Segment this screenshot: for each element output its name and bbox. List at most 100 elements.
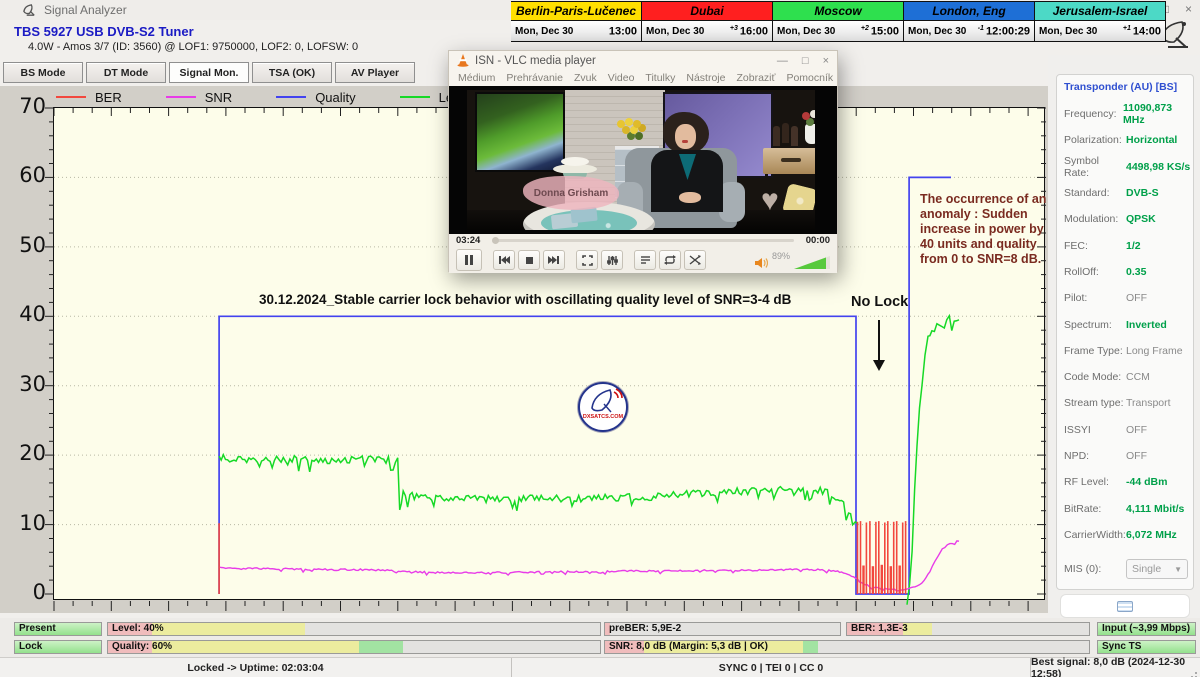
transponder-row-label: Spectrum: (1064, 319, 1126, 331)
clock-cell: Dubai Mon, Dec 30 +316:00 (642, 1, 773, 42)
vlc-seek-handle[interactable] (492, 237, 499, 244)
signal-analyzer-window: Signal Analyzer □ × TBS 5927 USB DVB-S2 … (0, 0, 1200, 677)
vlc-video-area[interactable]: ♥ Donna Grisham (449, 86, 837, 234)
video-caption-text: Donna Grisham (534, 188, 608, 199)
vlc-menu-item[interactable]: Nástroje (686, 72, 725, 84)
snr-meter: SNR: 8,0 dB (Margin: 5,3 dB | OK) (604, 640, 1090, 654)
loop-button[interactable] (659, 250, 681, 270)
clock-time-row: Mon, Dec 30 +114:00 (1035, 21, 1165, 41)
transponder-row-label: BitRate: (1064, 503, 1126, 515)
stop-button[interactable] (518, 250, 540, 270)
mode-tab[interactable]: AV Player (335, 62, 415, 83)
clock-cell: Berlin-Paris-Lučenec Mon, Dec 30 13:00 (511, 1, 642, 42)
video-cake-stand (553, 164, 597, 174)
transponder-row-value: CCM (1126, 371, 1150, 383)
input-indicator: Input (~3,99 Mbps) (1097, 622, 1196, 636)
clock-time-row: Mon, Dec 30 +215:00 (773, 21, 903, 41)
clock-city-label: Berlin-Paris-Lučenec (511, 2, 641, 21)
vlc-maximize-button[interactable]: □ (802, 55, 809, 67)
clock-city-label: Dubai (642, 2, 772, 21)
transponder-row: Spectrum: Inverted (1064, 311, 1193, 337)
legend-item: Quality (276, 90, 355, 105)
meter-strip: Present Level: 40% preBER: 5,9E-2 BER: 1… (0, 618, 1200, 657)
vlc-close-button[interactable]: × (823, 55, 829, 67)
vlc-controls: 89% (449, 247, 837, 273)
transponder-row-label: Pilot: (1064, 292, 1126, 304)
clock-cell: London, Eng Mon, Dec 30 -112:00:29 (904, 1, 1035, 42)
vlc-minimize-button[interactable]: — (777, 55, 788, 67)
video-left-screen (475, 92, 565, 172)
transponder-row-label: Modulation: (1064, 213, 1126, 225)
video-caption-bubble: Donna Grisham (523, 176, 619, 210)
present-indicator: Present (14, 622, 102, 636)
volume-control[interactable]: 89% (755, 251, 830, 269)
legend-label: Quality (315, 90, 355, 105)
mis-dropdown[interactable]: Single ▼ (1126, 559, 1188, 579)
video-frame: ♥ Donna Grisham (467, 90, 815, 230)
transponder-row: Modulation: QPSK (1064, 206, 1193, 232)
shuffle-button[interactable] (684, 250, 706, 270)
vlc-menu-item[interactable]: Zvuk (574, 72, 597, 84)
dxsatcs-logo: DXSATCS.COM (578, 382, 628, 432)
vlc-window-title: ISN - VLC media player (475, 55, 777, 67)
series-snr (219, 541, 959, 591)
volume-slider[interactable] (794, 256, 830, 269)
next-button[interactable] (543, 250, 565, 270)
previous-button[interactable] (493, 250, 515, 270)
sync-ts-indicator: Sync TS (1097, 640, 1196, 654)
transponder-panel-title: Transponder (AU) [BS] (1064, 81, 1193, 93)
vlc-menu-item[interactable]: Zobraziť (736, 72, 775, 84)
playlist-button[interactable] (634, 250, 656, 270)
dxsatcs-logo-text: DXSATCS.COM (580, 414, 626, 420)
transponder-row-label: RF Level: (1064, 476, 1126, 488)
video-vase (805, 124, 815, 144)
sidebar-tool-button[interactable] (1060, 594, 1190, 618)
transponder-row-label: NPD: (1064, 450, 1126, 462)
transponder-row-value: 4498,98 KS/s (1126, 161, 1190, 173)
vlc-menu-item[interactable]: Pomocník (786, 72, 833, 84)
y-axis-tick-label: 50 (2, 233, 46, 257)
status-uptime: Locked -> Uptime: 02:03:04 (0, 658, 511, 677)
transponder-row: Stream type: Transport (1064, 390, 1193, 416)
resize-grip[interactable] (1195, 672, 1197, 674)
video-console-table (763, 148, 815, 174)
pause-button[interactable] (456, 249, 482, 271)
tuner-name: TBS 5927 USB DVB-S2 Tuner (14, 24, 194, 39)
transponder-row-value: OFF (1126, 450, 1147, 462)
transponder-row-value: OFF (1126, 424, 1147, 436)
transponder-row: CarrierWidth: 6,072 MHz (1064, 522, 1193, 548)
vlc-seek-slider[interactable] (492, 239, 794, 242)
close-button[interactable]: × (1185, 2, 1192, 16)
clock-time-row: Mon, Dec 30 +316:00 (642, 21, 772, 41)
mode-tab[interactable]: TSA (OK) (252, 62, 332, 83)
transponder-row-label: Standard: (1064, 187, 1126, 199)
chart-legend: BER SNR Quality Level (56, 89, 470, 105)
clock-time: 12:00:29 (986, 25, 1030, 37)
transponder-row-label: Polarization: (1064, 134, 1126, 146)
preber-meter: preBER: 5,9E-2 (604, 622, 841, 636)
vlc-menu-item[interactable]: Prehrávanie (506, 72, 563, 84)
transponder-rows: Frequency: 11090,873 MHz Polarization: H… (1064, 101, 1193, 548)
transponder-row: ISSYI OFF (1064, 417, 1193, 443)
clock-utc-offset: +3 (730, 25, 738, 32)
transponder-row-value: 0.35 (1126, 266, 1146, 278)
vlc-menu-item[interactable]: Titulky (645, 72, 675, 84)
y-axis-tick-label: 30 (2, 372, 46, 396)
legend-label: SNR (205, 90, 232, 105)
fullscreen-button[interactable] (576, 250, 598, 270)
mode-tab[interactable]: DT Mode (86, 62, 166, 83)
vlc-menu-item[interactable]: Video (608, 72, 635, 84)
transponder-row-label: RollOff: (1064, 266, 1126, 278)
clock-cell: Jerusalem-Israel Mon, Dec 30 +114:00 (1035, 1, 1166, 42)
quality-meter: Quality: 60% (107, 640, 601, 654)
vlc-menu-item[interactable]: Médium (458, 72, 495, 84)
mode-tab[interactable]: BS Mode (3, 62, 83, 83)
transponder-row: Symbol Rate: 4498,98 KS/s (1064, 154, 1193, 180)
video-flowers (617, 120, 625, 128)
clock-time-row: Mon, Dec 30 13:00 (511, 21, 641, 41)
list-icon (1117, 601, 1133, 612)
transponder-row-label: Stream type: (1064, 397, 1126, 409)
equalizer-button[interactable] (601, 250, 623, 270)
clock-utc-offset: -1 (978, 25, 984, 32)
mode-tab[interactable]: Signal Mon. (169, 62, 249, 83)
